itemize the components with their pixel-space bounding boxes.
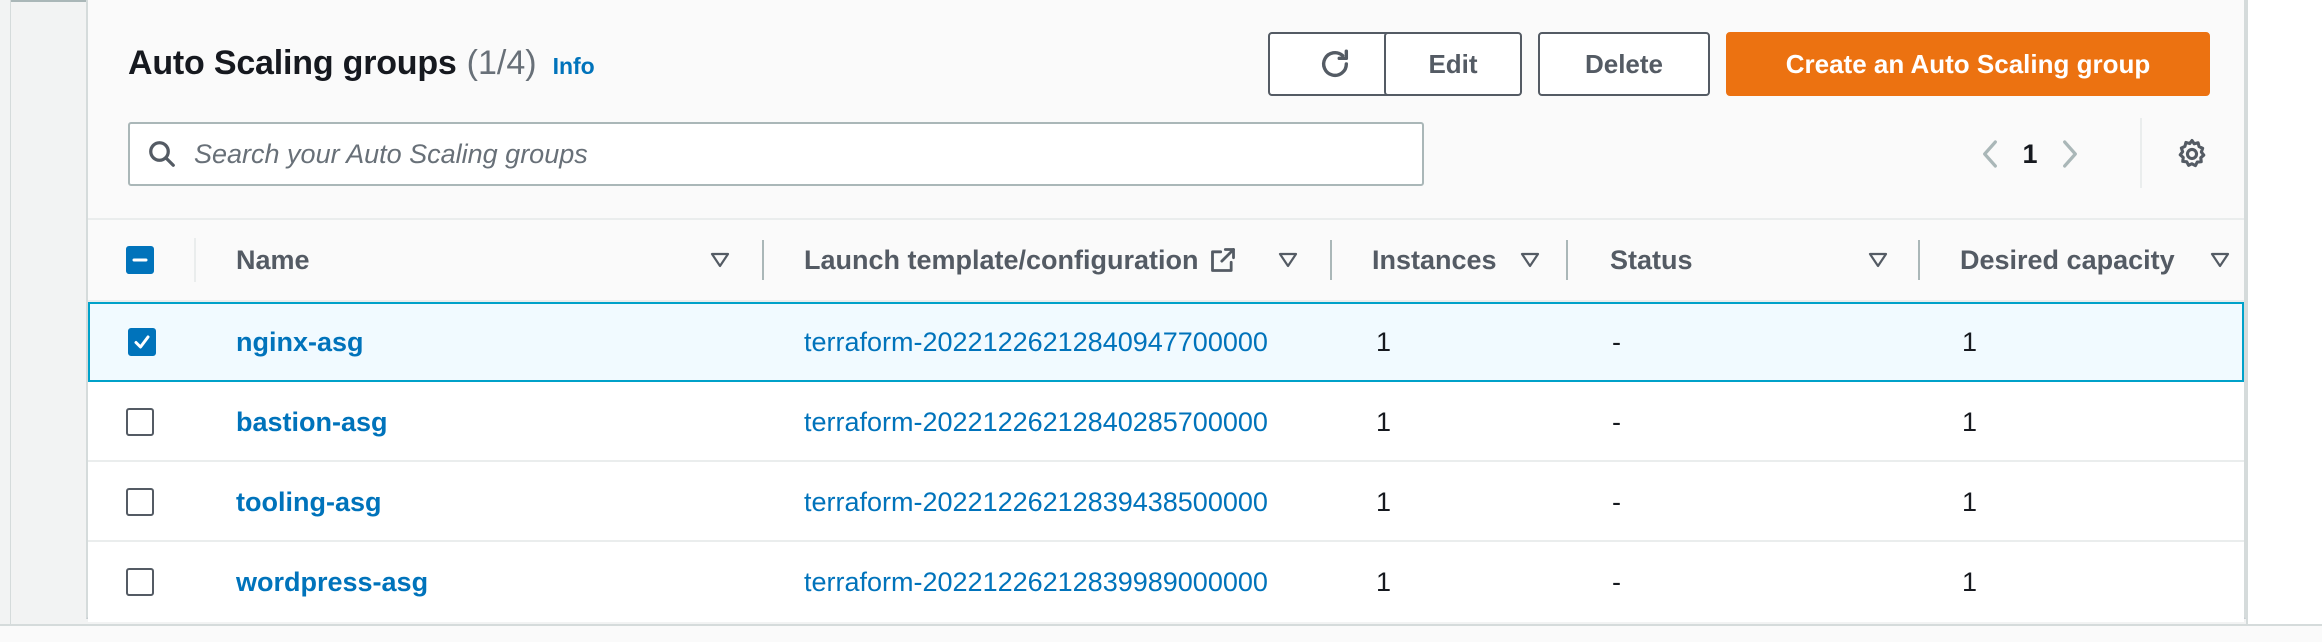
minus-icon bbox=[132, 258, 148, 262]
desired-capacity-value: 1 bbox=[1962, 566, 1978, 597]
sort-down-icon bbox=[1868, 252, 1888, 268]
create-auto-scaling-group-button[interactable]: Create an Auto Scaling group bbox=[1726, 32, 2210, 96]
status-value: - bbox=[1612, 326, 1621, 357]
pager-divider bbox=[2140, 118, 2142, 188]
column-header-name[interactable]: Name bbox=[236, 220, 310, 300]
sort-desired-capacity[interactable] bbox=[2210, 220, 2230, 300]
sort-down-icon bbox=[710, 252, 730, 268]
search-box[interactable] bbox=[128, 122, 1424, 186]
column-launch-template-label: Launch template/configuration bbox=[804, 244, 1199, 275]
table-header: Name Launch template/configuration Insta… bbox=[88, 218, 2244, 302]
instances-value: 1 bbox=[1376, 486, 1392, 517]
column-instances-label: Instances bbox=[1372, 244, 1497, 275]
column-status-label: Status bbox=[1610, 244, 1693, 275]
column-divider bbox=[194, 238, 196, 282]
title-text: Auto Scaling groups bbox=[128, 44, 457, 82]
chevron-left-icon bbox=[1983, 140, 1997, 168]
select-all-checkbox[interactable] bbox=[126, 246, 154, 274]
column-header-status[interactable]: Status bbox=[1610, 220, 1693, 300]
desired-capacity-value: 1 bbox=[1962, 406, 1978, 437]
search-input[interactable] bbox=[192, 137, 1396, 171]
asg-name-link[interactable]: bastion-asg bbox=[236, 382, 388, 462]
desired-capacity-value: 1 bbox=[1962, 486, 1978, 517]
table-row[interactable]: wordpress-asg terraform-2022122621283998… bbox=[88, 542, 2244, 622]
selection-count: (1/4) bbox=[466, 44, 537, 82]
left-margin bbox=[0, 0, 11, 642]
sort-down-icon bbox=[2210, 252, 2230, 268]
row-checkbox[interactable] bbox=[128, 328, 156, 356]
row-checkbox[interactable] bbox=[126, 408, 154, 436]
check-icon bbox=[134, 335, 150, 349]
asg-name-link[interactable]: nginx-asg bbox=[236, 302, 364, 382]
launch-template-link[interactable]: terraform-20221226212840285700000 bbox=[804, 382, 1268, 462]
asg-name-link[interactable]: wordpress-asg bbox=[236, 542, 428, 622]
search-icon bbox=[146, 138, 178, 170]
table-row[interactable]: nginx-asg terraform-20221226212840947700… bbox=[88, 302, 2244, 382]
pagination: 1 bbox=[1970, 128, 2090, 180]
refresh-button[interactable] bbox=[1268, 32, 1402, 96]
info-link[interactable]: Info bbox=[553, 53, 595, 80]
edit-button[interactable]: Edit bbox=[1384, 32, 1522, 96]
status-value: - bbox=[1612, 406, 1621, 437]
preferences-button[interactable] bbox=[2172, 134, 2212, 174]
status-value: - bbox=[1612, 486, 1621, 517]
delete-button[interactable]: Delete bbox=[1538, 32, 1710, 96]
current-page[interactable]: 1 bbox=[2010, 139, 2050, 170]
column-desired-capacity-label: Desired capacity bbox=[1960, 244, 2175, 275]
auto-scaling-groups-table: Name Launch template/configuration Insta… bbox=[88, 218, 2244, 622]
launch-template-link[interactable]: terraform-20221226212840947700000 bbox=[804, 302, 1268, 382]
asg-name-link[interactable]: tooling-asg bbox=[236, 462, 381, 542]
table-row[interactable]: tooling-asg terraform-202212262128394385… bbox=[88, 462, 2244, 542]
column-divider bbox=[1330, 240, 1332, 280]
desired-capacity-value: 1 bbox=[1962, 326, 1978, 357]
sort-status[interactable] bbox=[1868, 220, 1888, 300]
column-header-launch-template[interactable]: Launch template/configuration bbox=[804, 220, 1237, 300]
chevron-right-icon bbox=[2063, 140, 2077, 168]
column-divider bbox=[1918, 240, 1920, 280]
refresh-icon bbox=[1321, 49, 1349, 77]
gear-icon bbox=[2178, 138, 2206, 168]
column-header-desired-capacity[interactable]: Desired capacity bbox=[1960, 220, 2175, 300]
column-name-label: Name bbox=[236, 244, 310, 275]
row-checkbox[interactable] bbox=[126, 568, 154, 596]
instances-value: 1 bbox=[1376, 406, 1392, 437]
bottom-band bbox=[0, 624, 2322, 642]
sort-down-icon bbox=[1520, 252, 1540, 268]
auto-scaling-groups-panel: Auto Scaling groups (1/4) Info Edit Dele… bbox=[86, 0, 2246, 622]
page-title: Auto Scaling groups (1/4) Info bbox=[128, 44, 595, 84]
launch-template-link[interactable]: terraform-20221226212839989000000 bbox=[804, 542, 1268, 622]
sort-name[interactable] bbox=[710, 220, 730, 300]
sort-instances[interactable] bbox=[1520, 220, 1540, 300]
previous-page-button[interactable] bbox=[1970, 128, 2010, 180]
next-page-button[interactable] bbox=[2050, 128, 2090, 180]
launch-template-link[interactable]: terraform-20221226212839438500000 bbox=[804, 462, 1268, 542]
right-margin bbox=[2246, 0, 2322, 642]
sort-down-icon bbox=[1278, 252, 1298, 268]
instances-value: 1 bbox=[1376, 566, 1392, 597]
external-link-icon bbox=[1210, 248, 1235, 272]
column-divider bbox=[1566, 240, 1568, 280]
status-value: - bbox=[1612, 566, 1621, 597]
column-divider bbox=[762, 240, 764, 280]
sort-launch-template[interactable] bbox=[1278, 220, 1298, 300]
table-row[interactable]: bastion-asg terraform-202212262128402857… bbox=[88, 382, 2244, 462]
instances-value: 1 bbox=[1376, 326, 1392, 357]
column-header-instances[interactable]: Instances bbox=[1372, 220, 1497, 300]
row-checkbox[interactable] bbox=[126, 488, 154, 516]
